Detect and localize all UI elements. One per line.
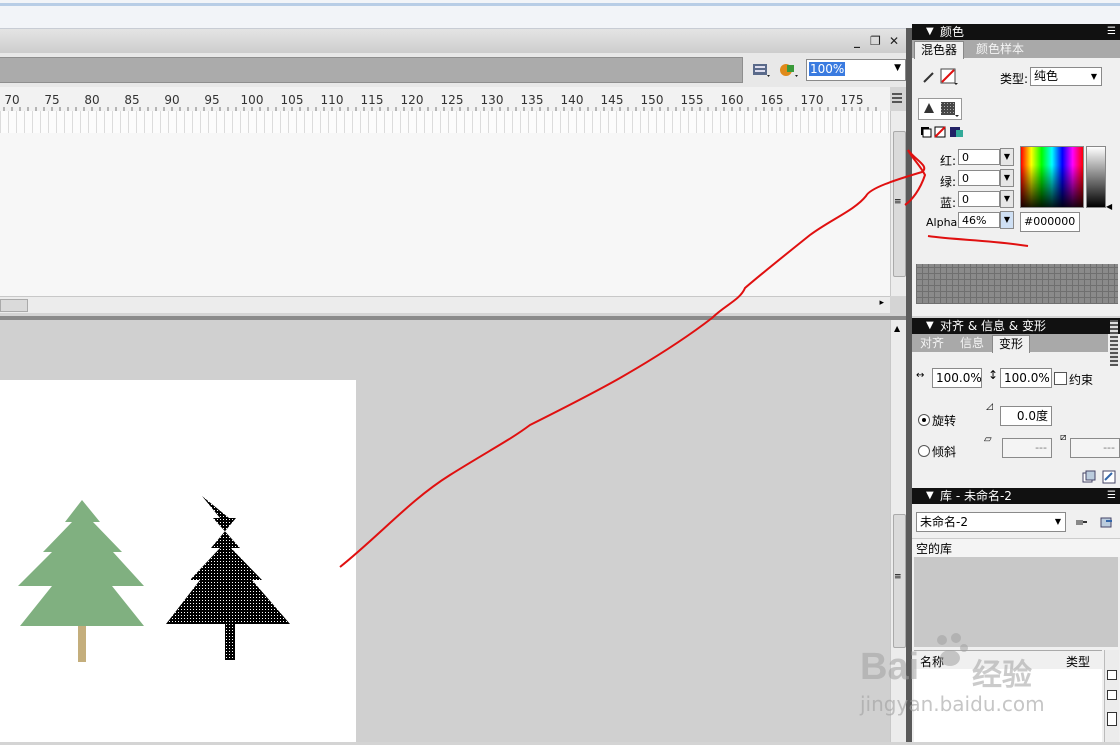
red-annotation-strokes <box>339 149 1029 568</box>
